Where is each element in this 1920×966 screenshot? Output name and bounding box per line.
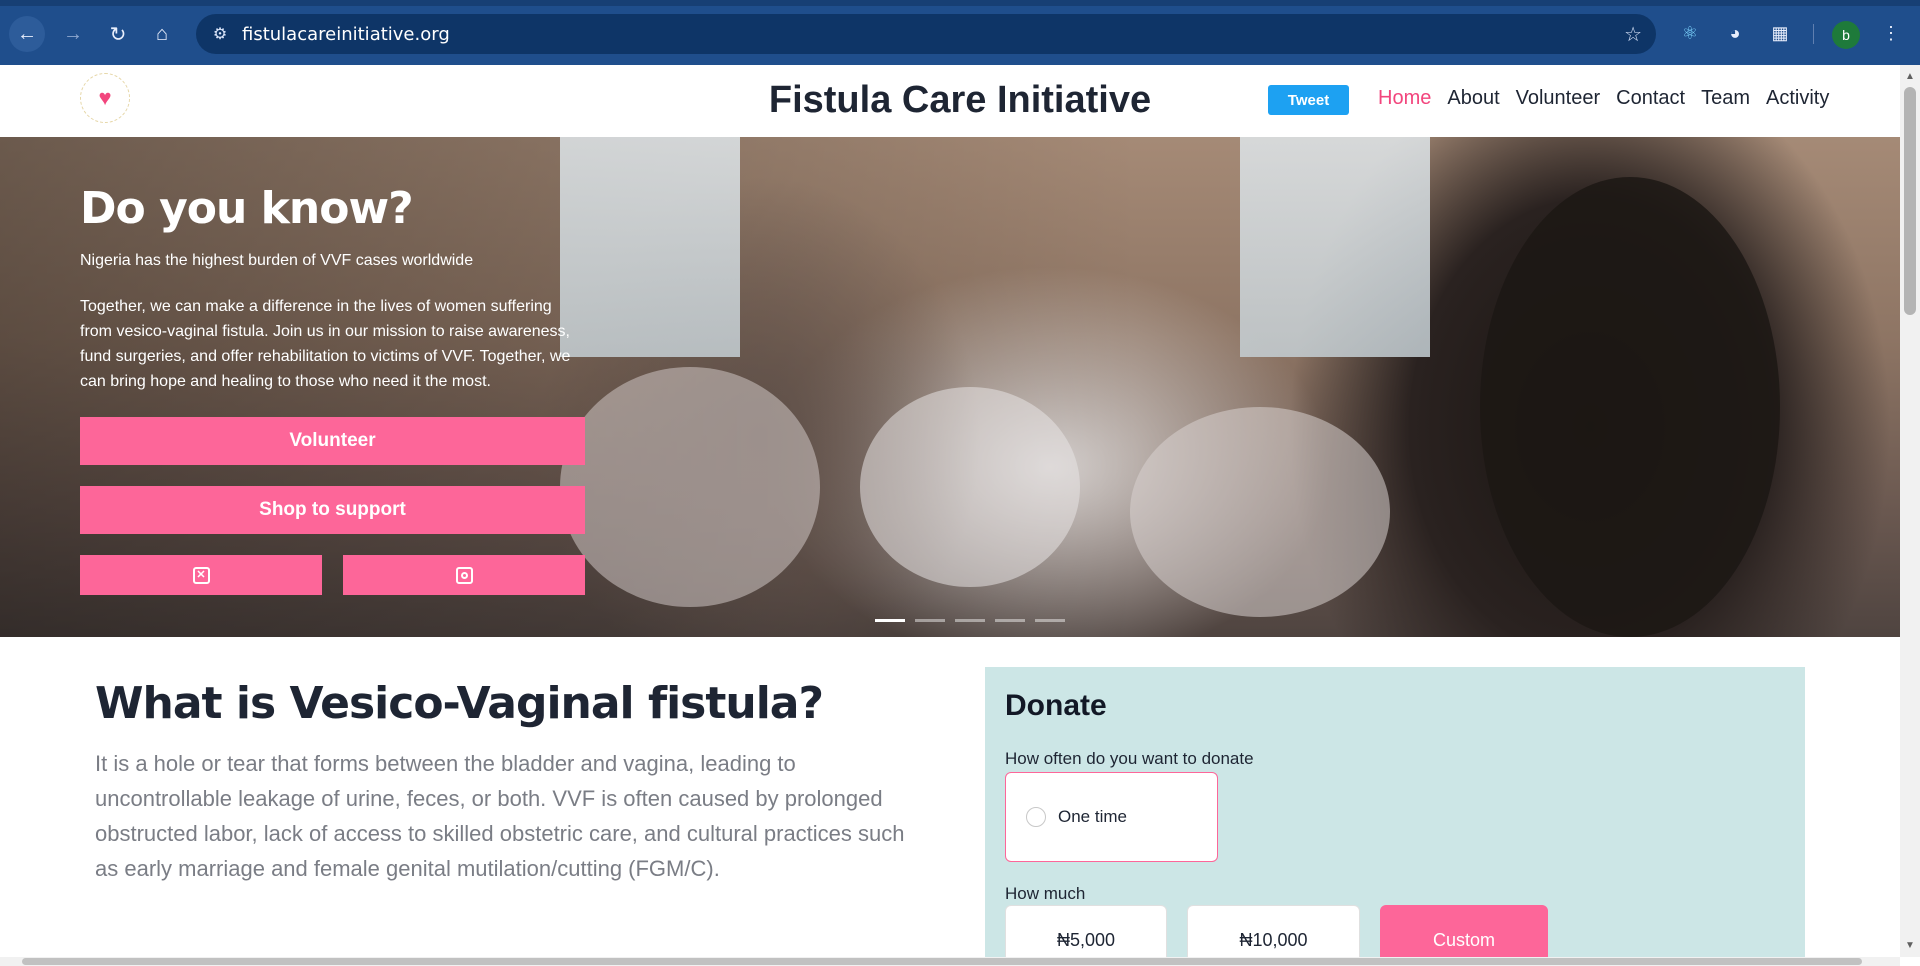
nav-activity[interactable]: Activity bbox=[1766, 87, 1829, 110]
site-logo[interactable]: ♥ bbox=[80, 73, 130, 123]
hero-photo-window bbox=[560, 137, 740, 357]
nav-volunteer[interactable]: Volunteer bbox=[1516, 87, 1601, 110]
x-social-button[interactable]: ✕ bbox=[80, 555, 322, 595]
hero-photo-figure bbox=[1480, 177, 1780, 637]
hero-paragraph: Together, we can make a difference in th… bbox=[80, 298, 571, 390]
back-button[interactable]: ← bbox=[9, 16, 45, 52]
hero-subtitle: Nigeria has the highest burden of VVF ca… bbox=[80, 252, 474, 269]
vertical-scrollbar-thumb[interactable] bbox=[1904, 87, 1916, 315]
carousel-indicator[interactable] bbox=[955, 619, 985, 622]
address-bar[interactable]: ⚙ fistulacareinitiative.org ☆ bbox=[196, 14, 1656, 54]
bookmark-star-icon[interactable]: ☆ bbox=[1624, 22, 1642, 47]
volunteer-button[interactable]: Volunteer bbox=[80, 417, 585, 465]
frequency-option-one-time[interactable]: One time bbox=[1005, 772, 1218, 862]
profile-avatar[interactable]: b bbox=[1832, 21, 1860, 49]
hero-photo-figure bbox=[860, 387, 1080, 587]
carousel-indicator[interactable] bbox=[875, 619, 905, 622]
main-nav: Home About Volunteer Contact Team Activi… bbox=[1378, 87, 1829, 110]
hero-heading: Do you know? bbox=[80, 183, 414, 234]
browser-toolbar: ← → ↻ ⌂ ⚙ fistulacareinitiative.org ☆ ⚛ … bbox=[0, 0, 1920, 65]
site-header: ♥ Fistula Care Initiative Tweet Home Abo… bbox=[0, 65, 1900, 137]
hero-photo-figure bbox=[1130, 407, 1390, 617]
nav-home[interactable]: Home bbox=[1378, 87, 1431, 110]
site-info-icon[interactable]: ⚙ bbox=[200, 14, 240, 54]
home-button[interactable]: ⌂ bbox=[144, 16, 180, 52]
scroll-up-icon[interactable]: ▲ bbox=[1905, 71, 1915, 82]
carousel-indicators bbox=[875, 619, 1065, 622]
address-url[interactable]: fistulacareinitiative.org bbox=[242, 24, 450, 45]
toolbar-divider bbox=[1813, 24, 1814, 44]
hero-photo-figure bbox=[560, 367, 820, 607]
one-time-label: One time bbox=[1058, 807, 1127, 826]
instagram-social-button[interactable] bbox=[343, 555, 585, 595]
donate-frequency-label: How often do you want to donate bbox=[1005, 749, 1254, 768]
instagram-icon bbox=[455, 566, 473, 584]
amount-custom-button[interactable]: Custom bbox=[1380, 905, 1548, 957]
amount-5000-button[interactable]: ₦5,000 bbox=[1005, 905, 1167, 957]
donate-panel: Donate How often do you want to donate O… bbox=[985, 667, 1805, 957]
carousel-indicator[interactable] bbox=[1035, 619, 1065, 622]
hero-content: Do you know? Nigeria has the highest bur… bbox=[80, 183, 585, 595]
nav-team[interactable]: Team bbox=[1701, 87, 1750, 110]
nav-contact[interactable]: Contact bbox=[1616, 87, 1685, 110]
donate-amount-label: How much bbox=[1005, 884, 1086, 903]
extensions-puzzle-icon[interactable]: ▦ bbox=[1765, 18, 1795, 48]
scroll-down-icon[interactable]: ▼ bbox=[1905, 940, 1915, 951]
donate-title: Donate bbox=[1005, 689, 1107, 722]
shop-to-support-button[interactable]: Shop to support bbox=[80, 486, 585, 534]
page-viewport: ♥ Fistula Care Initiative Tweet Home Abo… bbox=[0, 65, 1900, 957]
vertical-scrollbar[interactable]: ▲ ▼ bbox=[1900, 65, 1920, 957]
carousel-indicator[interactable] bbox=[915, 619, 945, 622]
hero-photo-window bbox=[1240, 137, 1430, 357]
react-devtools-icon[interactable]: ⚛ bbox=[1675, 18, 1705, 48]
site-title: Fistula Care Initiative bbox=[768, 79, 1152, 121]
tweet-button[interactable]: Tweet bbox=[1268, 85, 1349, 115]
vvf-heading: What is Vesico-Vaginal fistula? bbox=[95, 678, 824, 729]
hero-carousel: Do you know? Nigeria has the highest bur… bbox=[0, 137, 1900, 637]
vvf-description: It is a hole or tear that forms between … bbox=[95, 751, 905, 881]
extension-w-icon[interactable]: ◕ bbox=[1720, 18, 1750, 48]
heart-logo-icon: ♥ bbox=[98, 85, 112, 110]
amount-10000-button[interactable]: ₦10,000 bbox=[1187, 905, 1360, 957]
x-icon: ✕ bbox=[192, 566, 210, 584]
one-time-radio[interactable] bbox=[1026, 807, 1046, 827]
horizontal-scrollbar-thumb[interactable] bbox=[22, 958, 1862, 965]
tab-strip bbox=[0, 0, 1920, 6]
forward-button[interactable]: → bbox=[55, 16, 91, 52]
reload-button[interactable]: ↻ bbox=[100, 16, 136, 52]
carousel-indicator[interactable] bbox=[995, 619, 1025, 622]
horizontal-scrollbar[interactable] bbox=[0, 957, 1900, 966]
nav-about[interactable]: About bbox=[1447, 87, 1499, 110]
browser-menu-icon[interactable]: ⋮ bbox=[1876, 18, 1906, 48]
